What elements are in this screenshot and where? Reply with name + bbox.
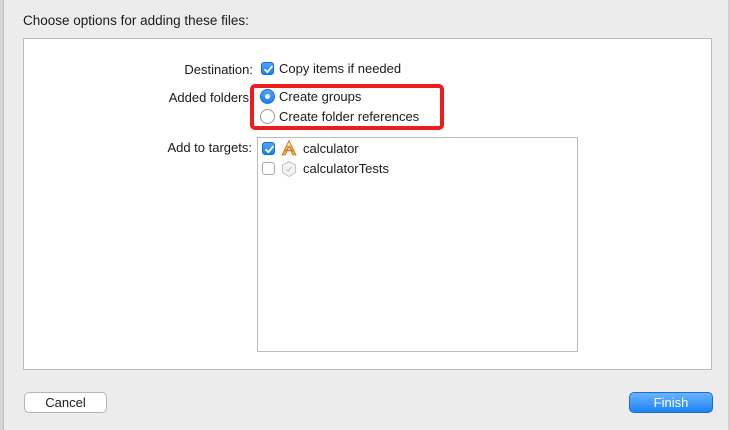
calculator-tests-target-checkbox[interactable] bbox=[262, 162, 275, 175]
calculator-tests-target-label: calculatorTests bbox=[303, 161, 389, 176]
dialog-prompt: Choose options for adding these files: bbox=[23, 13, 249, 28]
window-edge-left bbox=[0, 0, 4, 430]
app-target-icon bbox=[281, 139, 297, 156]
red-highlight-annotation bbox=[250, 84, 444, 130]
calculator-target-checkbox[interactable] bbox=[262, 142, 275, 155]
checkmark-icon bbox=[265, 145, 274, 154]
destination-label: Destination: bbox=[184, 62, 253, 77]
test-target-icon bbox=[282, 160, 296, 178]
add-to-targets-label: Add to targets: bbox=[167, 140, 252, 155]
added-folders-label: Added folders bbox=[168, 90, 249, 105]
copy-items-checkbox[interactable] bbox=[261, 62, 274, 75]
finish-button[interactable]: Finish bbox=[629, 392, 713, 413]
cancel-button[interactable]: Cancel bbox=[24, 392, 107, 413]
checkmark-icon bbox=[264, 65, 273, 74]
copy-items-label[interactable]: Copy items if needed bbox=[279, 61, 401, 76]
calculator-target-label: calculator bbox=[303, 141, 359, 156]
add-files-dialog: Choose options for adding these files: D… bbox=[0, 0, 730, 430]
